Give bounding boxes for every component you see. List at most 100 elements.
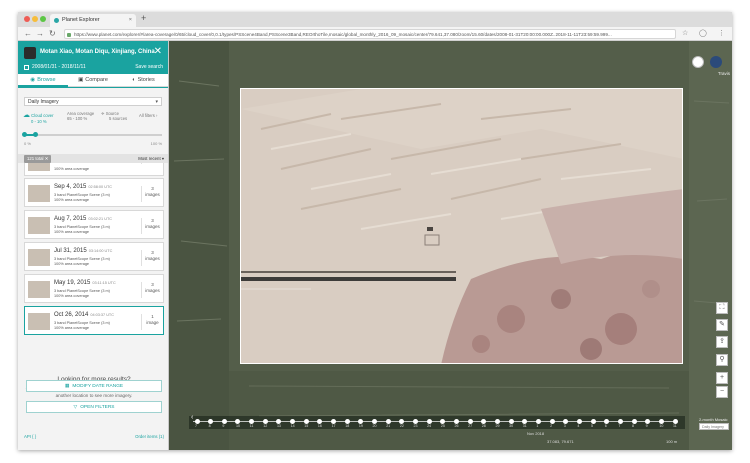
maximize-window-dot[interactable] — [40, 16, 46, 22]
timeline-day-label: 2 — [550, 424, 553, 428]
list-item[interactable]: Jul 31, 2015 03:14:00 UTC 3 band PlanetSc… — [24, 242, 164, 271]
imagery-type-select[interactable]: Daily Imagery ▾ — [24, 97, 162, 106]
area-coverage-value: 65 - 100 % — [67, 116, 88, 121]
planet-favicon-icon — [54, 18, 59, 23]
reload-icon[interactable]: ↻ — [49, 29, 56, 38]
save-search-link[interactable]: Save search — [135, 64, 163, 70]
all-filters-button[interactable]: All filters › — [139, 113, 157, 118]
timeline-day-label: 13 — [276, 424, 281, 428]
scene-thumbnail — [28, 249, 50, 266]
imagery-input[interactable]: Daily Imagery — [699, 423, 729, 430]
results-header: 121 total ✕ Most recent ▾ — [18, 154, 168, 163]
cloud-cover-filter[interactable]: ☁ Cloud cover 0 - 10 % — [23, 111, 54, 124]
new-tab-plus-icon[interactable]: + — [141, 13, 146, 23]
sort-select[interactable]: Most recent ▾ — [138, 156, 164, 162]
timeline-day-label: 10 — [659, 424, 664, 428]
view-tabs: ◉ Browse ▣ Compare ◐ Stories — [18, 74, 168, 87]
browser-menu-icon[interactable]: ⋮ — [718, 29, 725, 37]
cloud-cover-label: Cloud cover — [31, 113, 54, 118]
timeline-day-label: 7 — [195, 424, 197, 428]
fullscreen-icon[interactable]: ⛶ — [716, 302, 728, 314]
browser-window: Planet Explorer × + ← → ↻ https://www.pl… — [18, 12, 732, 450]
coverage-text: 100% area coverage — [54, 262, 90, 266]
list-item-selected[interactable]: Oct 26, 2014 04:03:37 UTC 3 band PlanetSc… — [24, 306, 164, 335]
area-coverage-filter[interactable]: Area coverage 65 - 100 % — [67, 111, 94, 121]
date-range[interactable]: 2008/01/31 - 2018/11/11 — [32, 64, 86, 70]
filter-icon: ▽ — [73, 405, 78, 410]
coverage-text: 100% area coverage — [54, 167, 90, 171]
open-filters-button[interactable]: ▽ OPEN FILTERS — [26, 401, 162, 413]
timeline-day-label: 9 — [222, 424, 225, 428]
extension-icon[interactable]: ◯ — [699, 29, 707, 37]
satellite-icon: ✈ — [101, 111, 105, 116]
cloud-cover-slider[interactable] — [22, 132, 162, 138]
api-link[interactable]: API { } — [24, 434, 36, 439]
browser-tab[interactable]: Planet Explorer × — [50, 14, 136, 27]
calendar-icon[interactable] — [24, 65, 29, 70]
calendar-icon: ▦ — [64, 384, 70, 389]
chevron-down-icon: ▾ — [155, 99, 158, 105]
sidebar-footer: API { } Order items (1) — [24, 434, 164, 442]
list-item[interactable]: Sep 4, 2015 02:58:00 UTC 3 band PlanetSco… — [24, 178, 164, 207]
timeline-prev-icon[interactable]: ‹ — [191, 414, 193, 421]
zoom-out-button[interactable]: − — [716, 386, 728, 398]
timeline-day-label: 17 — [331, 424, 336, 428]
bookmark-star-icon[interactable]: ☆ — [682, 29, 688, 37]
close-icon[interactable]: ✕ — [154, 46, 162, 58]
tab-stories[interactable]: ◐ Stories — [118, 74, 168, 87]
url-input[interactable]: https://www.planet.com/explorer/#/area-c… — [64, 29, 676, 39]
image-count[interactable]: 1 image — [141, 314, 163, 330]
close-window-dot[interactable] — [24, 16, 30, 22]
tab-compare[interactable]: ▣ Compare — [68, 74, 118, 87]
list-item[interactable]: May 19, 2015 03:11:15 UTC 3 band PlanetSc… — [24, 274, 164, 303]
chevron-right-icon: › — [156, 113, 158, 118]
results-count-badge[interactable]: 121 total ✕ — [24, 155, 52, 163]
date-range-row: 2008/01/31 - 2018/11/11 Save search — [24, 64, 163, 72]
slider-max-handle[interactable] — [33, 132, 38, 137]
back-arrow-icon[interactable]: ← — [24, 29, 32, 38]
location-pin-icon[interactable]: ⚲ — [716, 354, 728, 366]
scene-thumbnail — [28, 163, 50, 171]
avatar[interactable] — [710, 56, 722, 68]
scene-date: Aug 7, 2015 — [54, 216, 87, 222]
image-count[interactable]: 3 images — [141, 250, 163, 266]
slider-min-handle[interactable] — [22, 132, 27, 137]
results-list: 100% area coverage images Sep 4, 201502:… — [24, 163, 164, 370]
cloud-cover-value: 0 - 10 % — [31, 119, 47, 124]
scene-thumbnail — [28, 313, 50, 330]
tab-browse[interactable]: ◉ Browse — [18, 74, 68, 87]
mosaic-label: 2-month Mosaic — [699, 417, 728, 422]
timeline-day-label: 29 — [495, 424, 500, 428]
map-view[interactable]: Travis ⛶ ✎ ⇪ ⚲ + − ‹ 7 8 9 10 11 12 13 14 15 16 17… — [169, 41, 732, 450]
coverage-text: 100% area coverage — [54, 230, 90, 234]
forward-arrow-icon[interactable]: → — [36, 29, 44, 38]
cloud-icon: ☁ — [23, 112, 30, 119]
pencil-icon[interactable]: ✎ — [716, 319, 728, 331]
zoom-in-button[interactable]: + — [716, 372, 728, 384]
list-item[interactable]: Aug 7, 2015 03:02:21 UTC 3 band PlanetSco… — [24, 210, 164, 239]
coordinates-readout: 37.083, 79.671 — [547, 439, 574, 444]
coverage-text: 100% area coverage — [54, 326, 90, 330]
scene-time: 02:58:00 UTC — [88, 185, 113, 189]
timeline-day-label: 27 — [468, 424, 473, 428]
image-count[interactable]: images — [141, 163, 163, 164]
scene-footprint[interactable] — [240, 88, 683, 364]
minimize-window-dot[interactable] — [32, 16, 38, 22]
location-bar: Motan Xiao, Motan Diqu, Xinjiang, China … — [24, 46, 162, 60]
timeline-day-label: 15 — [304, 424, 309, 428]
timeline-day-label: 23 — [413, 424, 418, 428]
timeline-day-label: 3 — [563, 424, 566, 428]
upload-icon[interactable]: ⇪ — [716, 336, 728, 348]
layers-grid-button[interactable] — [692, 56, 704, 68]
scale-readout: 100 m — [666, 439, 678, 444]
order-items-link[interactable]: Order items (1) — [135, 434, 164, 439]
tab-close-icon[interactable]: × — [129, 14, 132, 27]
tab-bar: Planet Explorer × + — [18, 12, 732, 27]
image-count[interactable]: 3 images — [141, 186, 163, 202]
source-filter[interactable]: ✈ Source 5 sources — [101, 111, 127, 121]
list-item[interactable]: 100% area coverage images — [24, 163, 164, 176]
image-count[interactable]: 3 images — [141, 218, 163, 234]
image-count[interactable]: 3 images — [141, 282, 163, 298]
modify-date-range-button[interactable]: ▦ MODIFY DATE RANGE — [26, 380, 162, 392]
timeline-day-label: 8 — [208, 424, 211, 428]
